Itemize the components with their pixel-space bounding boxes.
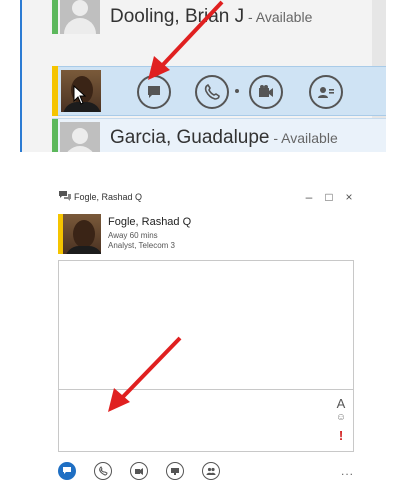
contact-card-button[interactable] [309, 75, 343, 109]
video-call-button[interactable] [249, 75, 283, 109]
importance-button[interactable]: ! [335, 428, 347, 443]
contact-row[interactable]: Garcia, Guadalupe - Available [52, 118, 386, 152]
compose-area: A ☺ ! [58, 390, 354, 452]
im-button[interactable] [58, 462, 76, 480]
video-icon [135, 468, 143, 475]
avatar [60, 0, 100, 34]
minimize-button[interactable]: – [302, 190, 316, 204]
participant-header: Fogle, Rashad Q Away 60 mins Analyst, Te… [58, 214, 352, 254]
phone-icon [204, 83, 220, 100]
phone-icon [99, 466, 108, 476]
participants-icon [206, 467, 216, 475]
contact-name-text: Garcia, Guadalupe [110, 127, 270, 148]
conversation-history[interactable] [58, 260, 354, 390]
conversation-icon [59, 191, 71, 201]
contact-card-icon [318, 87, 334, 98]
more-options-button[interactable]: ... [341, 464, 354, 478]
call-button[interactable] [195, 75, 229, 109]
call-options-dropdown[interactable] [235, 89, 239, 93]
emoticon-button[interactable]: ☺ [335, 412, 347, 423]
contact-row-selected[interactable] [52, 66, 386, 116]
contact-name: Dooling, Brian J - Available [110, 6, 312, 28]
contact-name-text: Dooling, Brian J [110, 6, 245, 27]
contact-row[interactable]: Dooling, Brian J - Available [52, 0, 372, 34]
participants-button[interactable] [202, 462, 220, 480]
conversation-toolbar: ... [58, 462, 354, 486]
presence-indicator [52, 0, 58, 34]
avatar [60, 122, 100, 152]
close-button[interactable]: × [342, 190, 356, 204]
contact-status: - Available [244, 9, 313, 25]
present-icon [171, 468, 179, 475]
participant-job-title: Analyst, Telecom 3 [108, 241, 175, 250]
chat-icon [148, 86, 160, 98]
title-bar[interactable]: Fogle, Rashad Q – □ × [50, 186, 360, 210]
send-im-button[interactable] [137, 75, 171, 109]
im-icon [63, 467, 71, 474]
call-button[interactable] [94, 462, 112, 480]
contact-status: - Available [269, 130, 338, 146]
font-button[interactable]: A [335, 396, 347, 411]
presence-indicator [52, 119, 58, 152]
video-button[interactable] [130, 462, 148, 480]
presence-indicator [52, 66, 58, 116]
message-input[interactable] [63, 394, 325, 446]
maximize-button[interactable]: □ [322, 190, 336, 204]
avatar-photo[interactable] [63, 214, 101, 254]
participant-status: Away 60 mins [108, 231, 158, 240]
contact-name: Garcia, Guadalupe - Available [110, 127, 338, 149]
contact-list-panel: Dooling, Brian J - Available Garcia, Gua… [20, 0, 386, 152]
window-title: Fogle, Rashad Q [74, 192, 143, 202]
participant-name[interactable]: Fogle, Rashad Q [108, 216, 191, 228]
present-button[interactable] [166, 462, 184, 480]
video-icon [259, 85, 273, 97]
mouse-cursor-icon [73, 85, 87, 105]
conversation-window: Fogle, Rashad Q – □ × Fogle, Rashad Q Aw… [50, 186, 360, 486]
